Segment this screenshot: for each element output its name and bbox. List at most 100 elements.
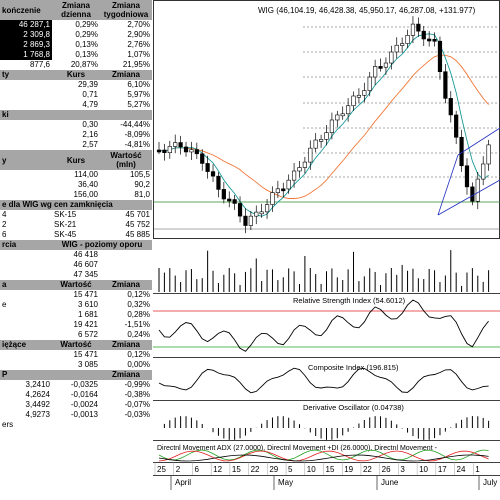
candle-body	[210, 171, 216, 177]
table-row: 19 421 -1,51%	[0, 320, 152, 330]
candle-body	[189, 149, 194, 153]
cell: 1 681	[77, 310, 98, 319]
cell: -0,0164	[70, 390, 98, 399]
section-title: e dla WIG wg cen zamknięcia	[0, 200, 152, 210]
cell: 0,28%	[127, 310, 150, 319]
col-header: rcia	[0, 240, 52, 250]
cell: 2	[2, 220, 7, 229]
indices-table: kończenie Zmiana dzienna Zmiana tygodnio…	[0, 0, 152, 430]
day-tick-label: 22	[251, 465, 260, 474]
candle-body	[486, 144, 491, 165]
table-row: 2 SK-21 45 752	[0, 220, 152, 230]
cell: 0,00%	[127, 360, 150, 369]
candle-body	[259, 211, 264, 215]
cell: 2,57	[82, 140, 98, 149]
oscillator-title: Derivative Oscillator (0.04738)	[303, 403, 404, 412]
cell: 2 309,8	[0, 30, 52, 40]
col-header: kończenie	[0, 0, 52, 20]
candle-body	[443, 71, 448, 99]
day-tick-label: 24	[457, 465, 466, 474]
day-tick-label: 10	[307, 465, 316, 474]
table-row: 114,00 105,5	[0, 170, 152, 180]
candle-body	[270, 192, 275, 205]
support-header: rcia WIG - poziomy oporu	[0, 240, 152, 250]
day-tick-label: 1	[475, 465, 480, 474]
cell: 6,10%	[127, 80, 150, 89]
table-row: 46 418	[0, 250, 152, 260]
month-label: July	[483, 478, 497, 487]
cell: 81,0	[134, 190, 150, 199]
main-chart-title: WIG (46,104.19, 46,428.38, 45,950.17, 46…	[258, 6, 476, 15]
table-row: 36,40 90,2	[0, 180, 152, 190]
table-row: 3,2410 -0,0325 -0,99%	[0, 380, 152, 390]
day-tick-label: 10	[419, 465, 428, 474]
cell	[0, 360, 52, 370]
candle-body	[410, 23, 416, 36]
candle-body	[394, 44, 399, 53]
cell: -0,0325	[70, 380, 98, 389]
rsi-title: Relative Strength Index (54.6012)	[293, 296, 406, 305]
col-header: iężące	[0, 340, 52, 350]
col-header: Wartość	[52, 340, 100, 350]
cell: 0,13%	[75, 50, 98, 59]
table-row: 15 471 0,12%	[0, 350, 152, 360]
candle-body	[248, 215, 253, 226]
cell: 6	[2, 230, 7, 239]
col-header: Zmiana	[100, 370, 152, 380]
candle-body	[356, 94, 362, 98]
cell: 4,79	[82, 100, 98, 109]
cell: 45 701	[125, 210, 150, 219]
candle-body	[205, 163, 210, 172]
col-header: y	[0, 150, 52, 170]
table-row: 4,2624 -0,0164 -0,38%	[0, 390, 152, 400]
day-tick-label: 26	[382, 465, 391, 474]
cell: 2,16	[82, 130, 98, 139]
candle-body	[362, 90, 367, 96]
gainers-header: ty Kurs Zmiana	[0, 70, 152, 80]
cell: SK-45	[54, 230, 77, 239]
cell: -1,51%	[124, 320, 150, 329]
candle-body	[156, 149, 162, 153]
cell	[0, 140, 52, 150]
candle-body	[275, 188, 280, 193]
cell: SK-21	[54, 220, 77, 229]
day-tick-label: 2	[176, 465, 181, 474]
candle-body	[216, 175, 221, 190]
candle-body	[183, 146, 189, 153]
candle-body	[291, 170, 297, 181]
cell: 4,2624	[25, 390, 50, 399]
table-row: 0,30 -44,44%	[0, 120, 152, 130]
market-summary-panel: kończenie Zmiana dzienna Zmiana tygodnio…	[0, 0, 152, 500]
cell	[0, 100, 52, 110]
table-row: 2,16 -8,09%	[0, 130, 152, 140]
month-label: June	[381, 478, 399, 487]
cell	[0, 350, 52, 360]
candle-body	[162, 149, 167, 154]
table-row: 4,79 5,27%	[0, 100, 152, 110]
cell: 114,00	[74, 170, 98, 179]
cell: 6 572	[77, 330, 98, 339]
col-header: Zmiana tygodniowa	[100, 0, 152, 20]
cell: 877,6	[29, 60, 50, 69]
candle-body	[421, 30, 426, 40]
cell	[0, 290, 52, 300]
candle-body	[200, 153, 205, 164]
candle-body	[346, 105, 351, 115]
col-header: ki	[0, 110, 52, 120]
wig-technical-chart: WIG (46,104.19, 46,428.38, 45,950.17, 46…	[153, 0, 500, 500]
composite-title: Composite Index (196.815)	[308, 363, 399, 372]
cell: -0,99%	[124, 380, 150, 389]
candle-body	[302, 161, 307, 168]
footer-note: ers	[2, 420, 14, 429]
cell: 36,40	[77, 180, 98, 189]
cell: 0,24%	[127, 330, 150, 339]
candle-body	[383, 62, 389, 68]
candle-body	[340, 113, 345, 117]
cell	[0, 320, 52, 330]
candle-body	[264, 204, 270, 213]
table-row: 0,71 5,97%	[0, 90, 152, 100]
cell: -0,07%	[124, 400, 150, 409]
cell: 45 885	[125, 230, 150, 239]
candle-body	[313, 139, 318, 149]
table-row: 46 607	[0, 260, 152, 270]
